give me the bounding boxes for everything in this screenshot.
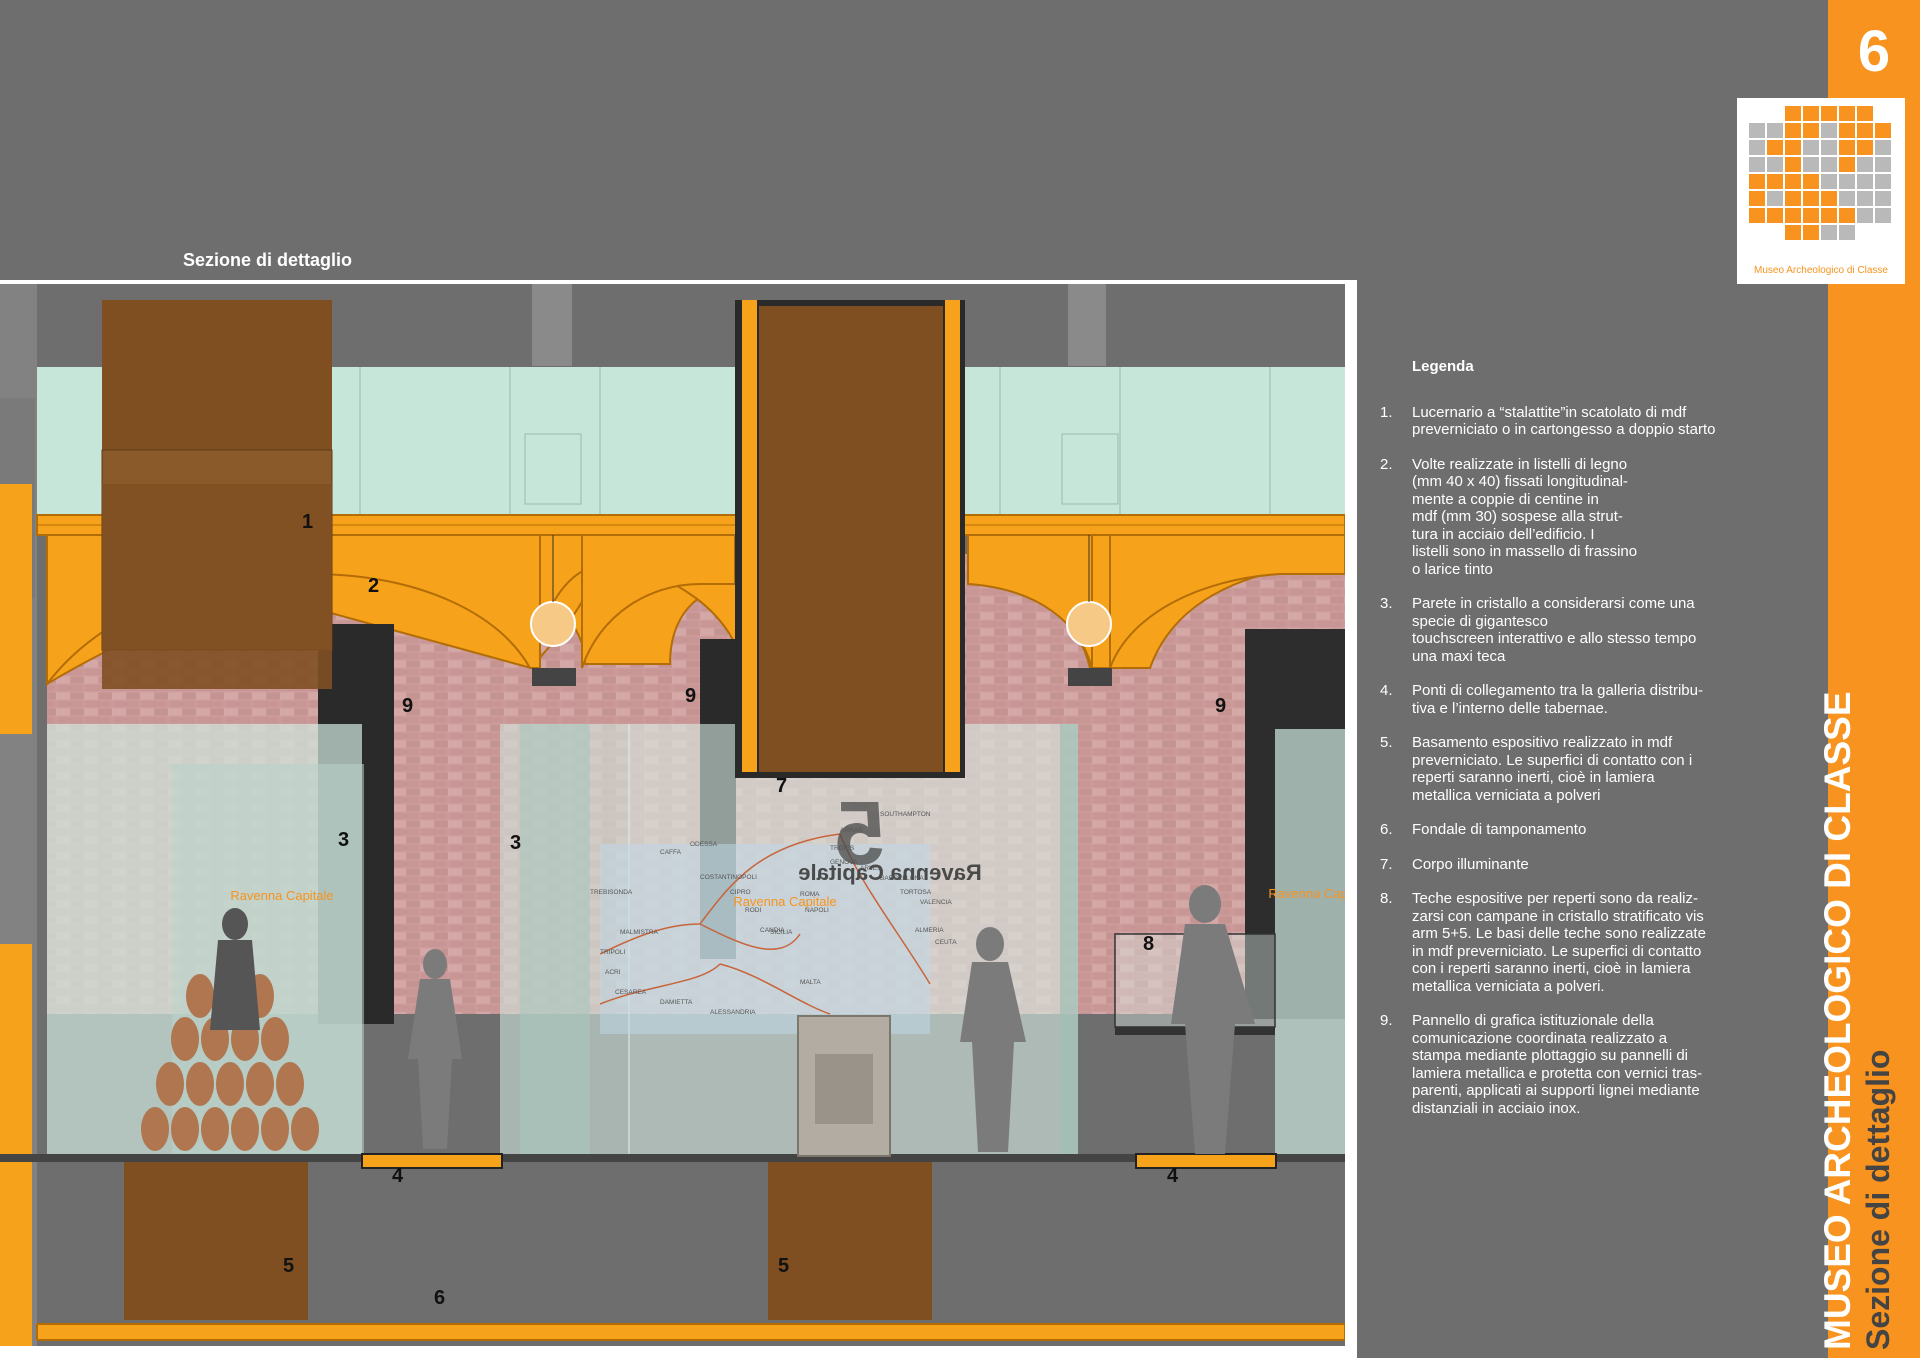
legend-item: 1. Lucernario a “stalattite”in scatolato … bbox=[1380, 404, 1750, 439]
legend-item-text: Basamento espositivo realizzato in mdf p… bbox=[1412, 734, 1693, 804]
map-place-label: SOUTHAMPTON bbox=[880, 811, 931, 818]
map-place-label: ROMA bbox=[800, 891, 820, 898]
legend-item: 8. Teche espositive per reperti sono da r… bbox=[1380, 890, 1750, 995]
skylight-box-left bbox=[102, 484, 332, 689]
map-place-label: GENOVA bbox=[830, 859, 858, 866]
map-place-label: SICILIA bbox=[770, 929, 793, 936]
bridge-left bbox=[361, 1153, 503, 1169]
panel-title-left: Ravenna Capitale bbox=[230, 888, 333, 903]
page-number: 6 bbox=[1857, 19, 1891, 84]
legend-item-number: 1. bbox=[1380, 403, 1393, 421]
map-place-label: DAMIETTA bbox=[660, 999, 693, 1006]
map-place-label: CAFFA bbox=[660, 849, 682, 856]
legend-item: 9. Pannello di grafica istituzionale dell… bbox=[1380, 1012, 1750, 1117]
legend-item-text: Volte realizzate in listelli di legno (m… bbox=[1412, 455, 1638, 578]
legend-item-number: 8. bbox=[1380, 890, 1393, 907]
legend-item-text: Fondale di tamponamento bbox=[1412, 821, 1587, 838]
legend-item: 4. Ponti di collegamento tra la galleria … bbox=[1380, 682, 1750, 717]
callout-4a: 4 bbox=[392, 1165, 404, 1187]
legend-list: 1. Lucernario a “stalattite”in scatolato … bbox=[1380, 404, 1750, 1118]
callout-9a: 9 bbox=[402, 695, 413, 717]
legend-item-number: 5. bbox=[1380, 734, 1393, 751]
legend-item-text: Parete in cristallo a considerarsi come … bbox=[1412, 595, 1697, 665]
callout-8: 8 bbox=[1143, 933, 1154, 955]
map-place-label: COSTANTINOPOLI bbox=[700, 874, 757, 881]
legend-item-number: 9. bbox=[1380, 1012, 1393, 1029]
callout-9c: 9 bbox=[1215, 695, 1226, 717]
section-drawing: Ravenna Capitale Ravenna Capitale Ravenn… bbox=[0, 284, 1345, 1346]
map-place-label: CEUTA bbox=[935, 939, 957, 946]
legend-title: Legenda bbox=[1412, 358, 1474, 375]
legend-item: 5. Basamento espositivo realizzato in mdf… bbox=[1380, 734, 1750, 804]
legend-item: 6. Fondale di tamponamento bbox=[1380, 821, 1750, 839]
legend-item-text: Corpo illuminante bbox=[1412, 855, 1529, 873]
callout-3a: 3 bbox=[338, 829, 349, 851]
legend-item-text: Ponti di collegamento tra la galleria di… bbox=[1412, 682, 1703, 717]
legend-item-text: Teche espositive per reperti sono da rea… bbox=[1412, 890, 1706, 995]
museum-logo: Museo Archeologico di Classe bbox=[1737, 98, 1905, 284]
callout-4b: 4 bbox=[1167, 1165, 1179, 1187]
legend-item-number: 7. bbox=[1380, 855, 1393, 873]
bridge-right bbox=[1135, 1153, 1277, 1169]
map-place-label: TORTOSA bbox=[900, 889, 932, 896]
legend-item-number: 4. bbox=[1380, 682, 1393, 699]
callout-1: 1 bbox=[302, 511, 313, 533]
display-base-left bbox=[124, 1162, 308, 1320]
map-place-label: TREBISONDA bbox=[590, 889, 633, 896]
map-place-label: ALMERIA bbox=[915, 927, 944, 934]
map-place-label: ODESSA bbox=[690, 841, 718, 848]
legend-item-number: 6. bbox=[1380, 821, 1393, 838]
legend-item: 7. Corpo illuminante bbox=[1380, 856, 1750, 874]
legend-item: 3. Parete in cristallo a considerarsi com… bbox=[1380, 595, 1750, 665]
legend-item-text: Lucernario a “stalattite”in scatolato di… bbox=[1412, 403, 1716, 439]
callout-7: 7 bbox=[776, 775, 787, 797]
map-place-label: ALESSANDRIA bbox=[710, 1009, 756, 1016]
map-place-label: RODI bbox=[745, 907, 761, 914]
legend-item-number: 2. bbox=[1380, 455, 1393, 473]
legend: Legenda 1. Lucernario a “stalattite”in sc… bbox=[1380, 358, 1750, 1134]
vertical-title-sub: Sezione di dettaglio bbox=[1860, 1049, 1896, 1350]
map-place-label: BARCELLONA bbox=[880, 875, 924, 882]
callout-2: 2 bbox=[368, 575, 379, 597]
map-place-label: NAPOLI bbox=[805, 907, 829, 914]
callout-5a: 5 bbox=[283, 1255, 294, 1277]
display-base-center bbox=[768, 1162, 932, 1320]
map-place-label: CIPRO bbox=[730, 889, 751, 896]
callout-5b: 5 bbox=[778, 1255, 789, 1277]
map-place-label: ARRAS bbox=[840, 827, 863, 834]
map-place-label: ARLES bbox=[860, 865, 882, 872]
legend-item: 2. Volte realizzate in listelli di legno … bbox=[1380, 456, 1750, 579]
map-place-label: TROIES bbox=[830, 845, 855, 852]
logo-mosaic-icon bbox=[1749, 106, 1891, 240]
backdrop-strip bbox=[36, 1323, 1345, 1341]
map-place-label: VALENCIA bbox=[920, 899, 952, 906]
legend-item-number: 3. bbox=[1380, 595, 1393, 612]
logo-caption: Museo Archeologico di Classe bbox=[1754, 265, 1888, 276]
map-place-label: ACRI bbox=[605, 969, 621, 976]
vertical-title-main: MUSEO ARCHEOLOGICO DI CLASSE bbox=[1817, 691, 1858, 1350]
section-title: Sezione di dettaglio bbox=[183, 250, 353, 270]
vertical-title: MUSEO ARCHEOLOGICO DI CLASSE Sezione di … bbox=[1817, 691, 1898, 1350]
panel-title-right: Ravenna Capitale bbox=[1268, 886, 1345, 901]
map-place-label: CESAREA bbox=[615, 989, 647, 996]
map-place-label: MALTA bbox=[800, 979, 821, 986]
map-place-label: TRIPOLI bbox=[600, 949, 625, 956]
callout-6: 6 bbox=[434, 1287, 445, 1309]
callout-3b: 3 bbox=[510, 832, 521, 854]
legend-item-text: Pannello di grafica istituzionale della … bbox=[1412, 1012, 1703, 1117]
map-place-label: MALMISTRA bbox=[620, 929, 659, 936]
callout-9b: 9 bbox=[685, 685, 696, 707]
